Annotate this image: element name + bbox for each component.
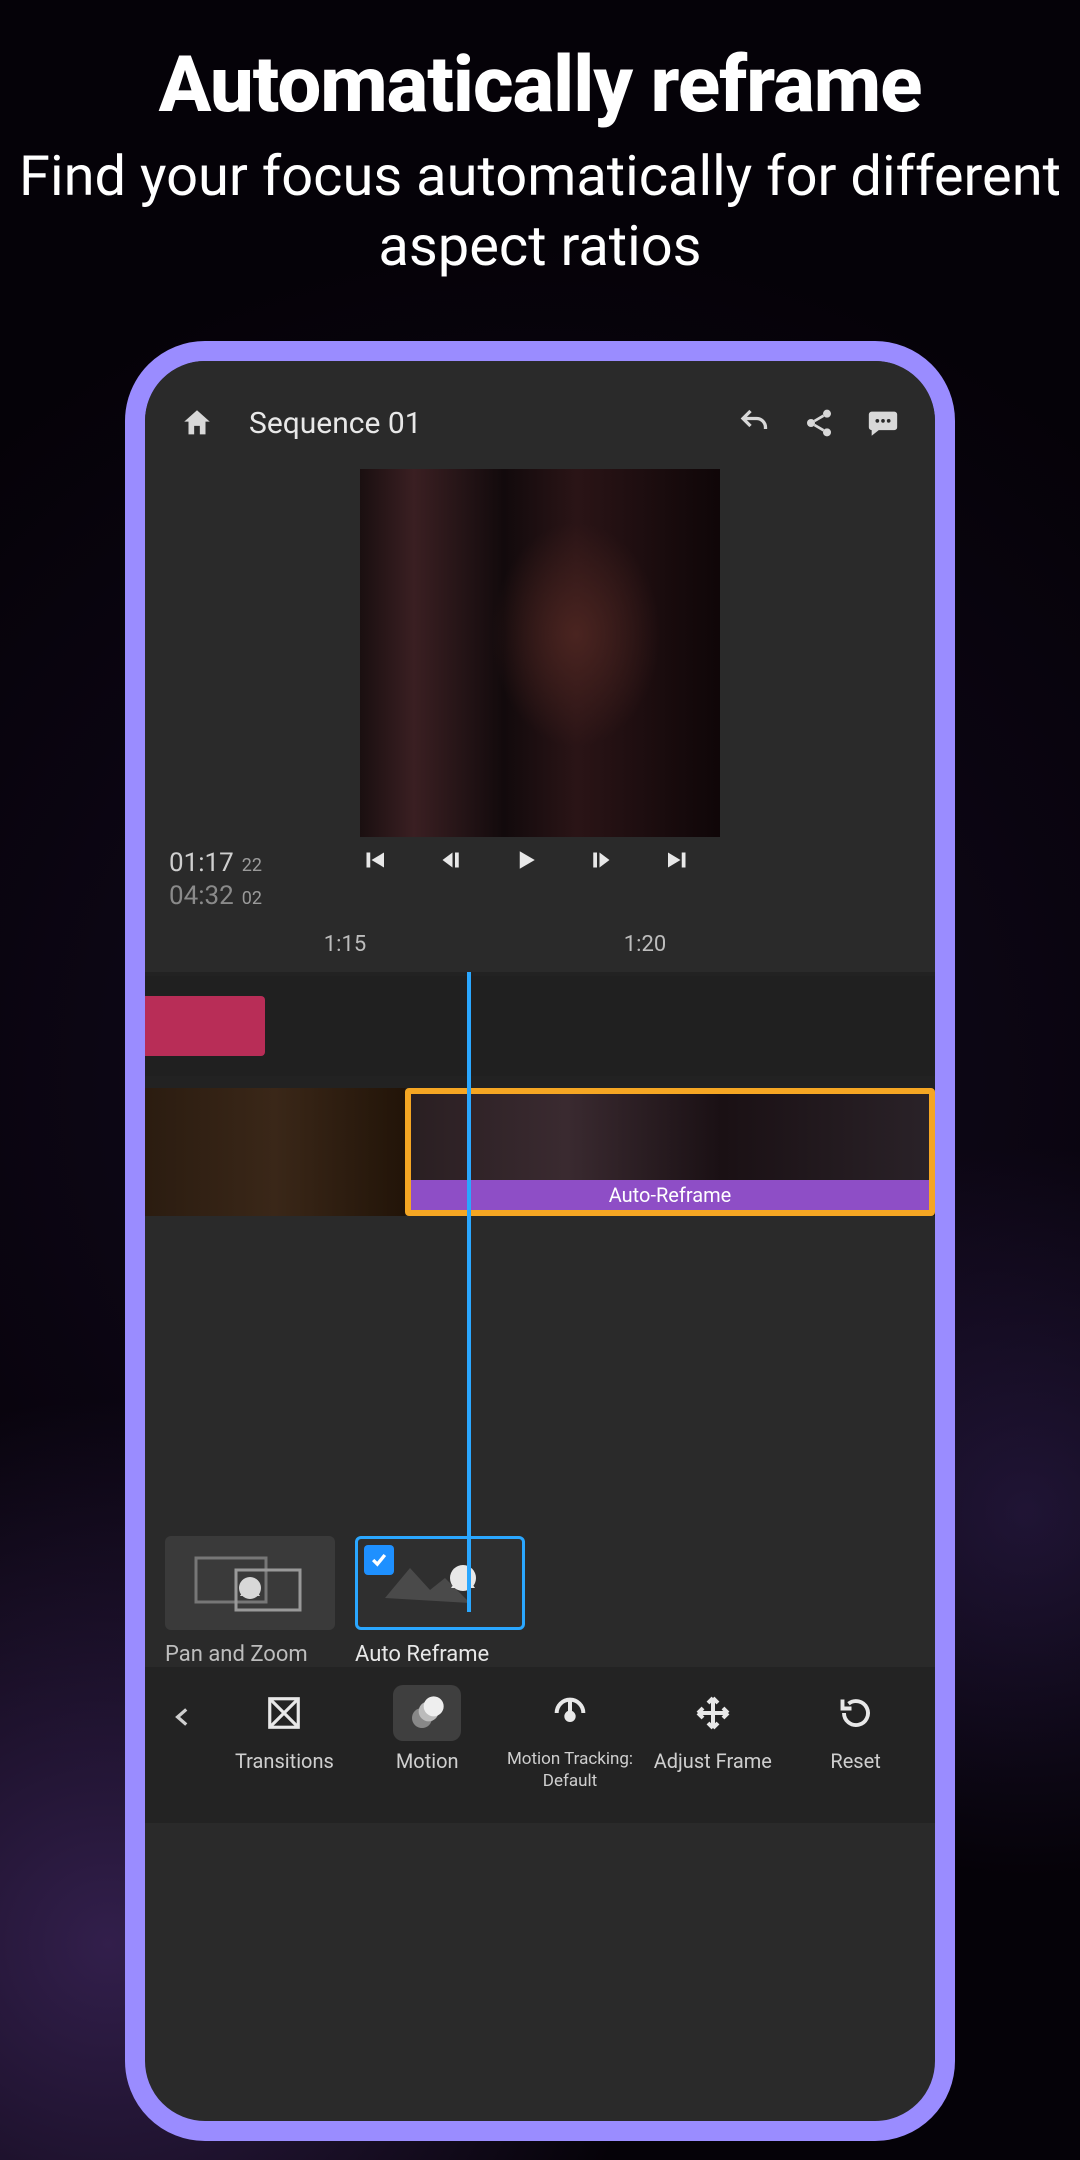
pan-zoom-icon: [190, 1548, 310, 1618]
back-button[interactable]: [155, 1685, 211, 1737]
ruler-tick: 1:20: [624, 932, 666, 957]
playback-controls: [262, 843, 791, 877]
auto-reframe-icon: [375, 1548, 505, 1618]
nav-label: Reset: [830, 1749, 880, 1773]
duration-time: 04:32: [169, 880, 234, 913]
option-label: Auto Reframe: [355, 1642, 489, 1667]
home-icon[interactable]: [175, 401, 219, 445]
nav-adjust-frame[interactable]: Adjust Frame: [643, 1685, 782, 1773]
nav-motion[interactable]: Motion: [358, 1685, 497, 1773]
current-time: 01:17: [169, 847, 234, 880]
motion-options-row: Pan and Zoom Auto Reframe: [145, 1526, 935, 1667]
option-label: Pan and Zoom: [165, 1642, 308, 1667]
promo-subline: Find your focus automatically for differ…: [0, 141, 1080, 281]
video-preview[interactable]: [145, 469, 935, 837]
promo-headline: Automatically reframe: [0, 40, 1080, 131]
undo-icon[interactable]: [733, 401, 777, 445]
nav-label: Adjust Frame: [654, 1749, 772, 1773]
frame-back-icon[interactable]: [435, 843, 465, 877]
audio-track[interactable]: [145, 976, 935, 1076]
motion-icon: [407, 1693, 447, 1733]
video-clip-1[interactable]: [145, 1088, 405, 1216]
video-clip-2-selected[interactable]: Auto-Reframe: [405, 1088, 935, 1216]
transitions-icon: [265, 1694, 303, 1732]
sequence-title: Sequence 01: [249, 406, 713, 441]
play-icon[interactable]: [511, 843, 541, 877]
nav-label-line1: Motion Tracking:: [507, 1749, 633, 1769]
checkmark-icon: [364, 1545, 394, 1575]
timeline[interactable]: Auto-Reframe: [145, 972, 935, 1526]
current-frames: 22: [242, 855, 262, 878]
move-icon: [693, 1693, 733, 1733]
motion-tracking-icon: [550, 1693, 590, 1733]
clip-effect-label: Auto-Reframe: [411, 1180, 929, 1210]
share-icon[interactable]: [797, 401, 841, 445]
nav-label: Transitions: [235, 1749, 334, 1773]
app-topbar: Sequence 01: [145, 361, 935, 465]
timecode-display: 01:17 22 04:32 02: [169, 847, 262, 912]
preview-frame: [360, 469, 720, 837]
video-track[interactable]: Auto-Reframe: [145, 1088, 935, 1216]
duration-frames: 02: [242, 888, 262, 911]
option-auto-reframe[interactable]: Auto Reframe: [355, 1536, 525, 1667]
nav-reset[interactable]: Reset: [786, 1685, 925, 1773]
playhead[interactable]: [467, 972, 471, 1612]
option-pan-and-zoom[interactable]: Pan and Zoom: [165, 1536, 335, 1667]
chat-icon[interactable]: [861, 401, 905, 445]
skip-previous-icon[interactable]: [359, 843, 389, 877]
nav-transitions[interactable]: Transitions: [215, 1685, 354, 1773]
skip-next-icon[interactable]: [663, 843, 693, 877]
audio-clip[interactable]: [145, 996, 265, 1056]
timeline-ruler[interactable]: 1:15 1:20: [145, 932, 935, 972]
frame-forward-icon[interactable]: [587, 843, 617, 877]
nav-label-line2: Default: [543, 1771, 597, 1791]
nav-label: Motion: [396, 1749, 459, 1773]
ruler-tick: 1:15: [324, 932, 366, 957]
device-frame: Sequence 01 01:17 22 04:32 02 1:15 1:20: [125, 341, 955, 2141]
reset-icon: [835, 1695, 877, 1731]
bottom-toolbar: Transitions Motion Motion Tracking: Defa…: [145, 1667, 935, 1823]
nav-motion-tracking[interactable]: Motion Tracking: Default: [501, 1685, 640, 1791]
